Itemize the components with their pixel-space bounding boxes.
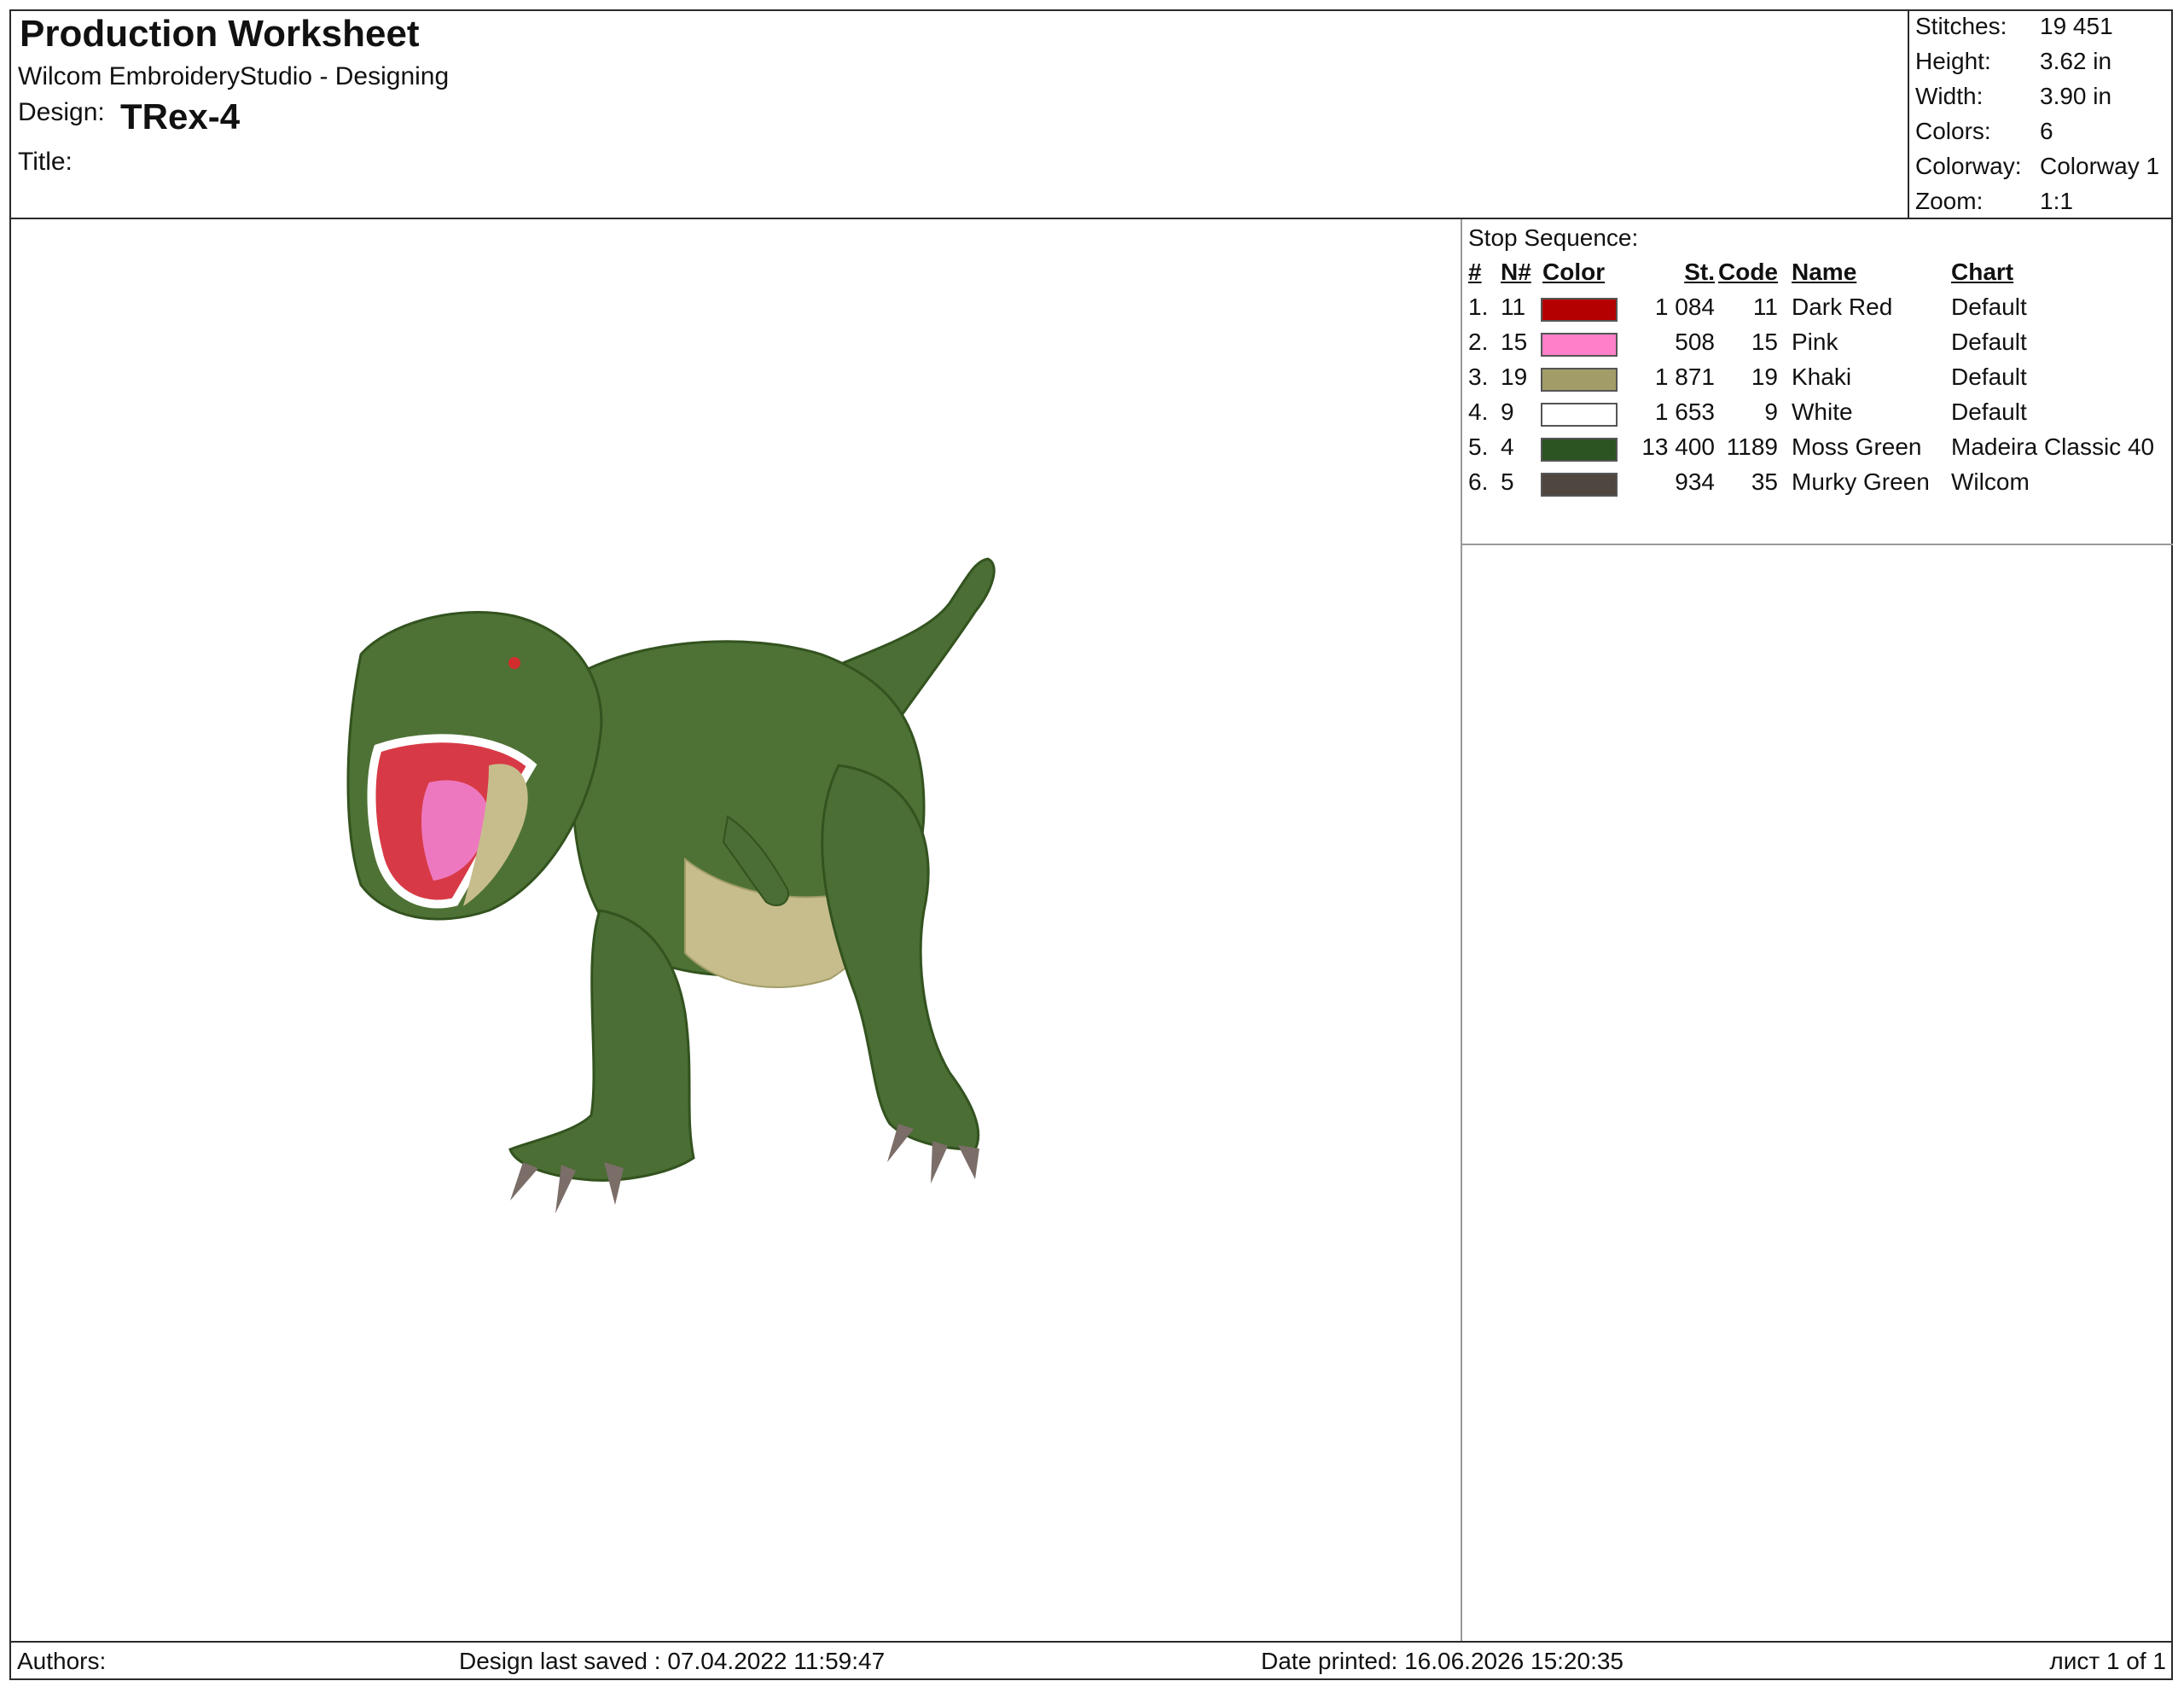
stat-value: 3.62 in (2040, 48, 2112, 74)
stat-label: Colorway: (1915, 153, 2022, 179)
design-stats: Stitches: 19 451 Height: 3.62 in Width: … (1908, 11, 2171, 218)
table-row: 6. 5 934 35 Murky Green Wilcom (1462, 465, 2173, 500)
header-chart: Chart (1951, 259, 2014, 285)
title-label: Title: (18, 148, 73, 176)
table-row: 3. 19 1 871 19 Khaki Default (1462, 360, 2173, 395)
stat-label: Width: (1915, 83, 1984, 109)
table-row: 1. 11 1 084 11 Dark Red Default (1462, 290, 2173, 325)
row-stitches: 934 (1675, 468, 1715, 495)
header-stitches: St. (1684, 259, 1715, 285)
stat-label: Colors: (1915, 118, 1991, 144)
table-header: # N# Color St. Code Name Chart (1462, 255, 2173, 290)
row-number: 11 (1501, 294, 1526, 320)
worksheet-header: Production Worksheet Wilcom EmbroiderySt… (11, 11, 2171, 219)
row-name: Moss Green (1792, 433, 1922, 460)
row-chart: Madeira Classic 40 (1951, 433, 2155, 460)
color-swatch (1541, 333, 1618, 357)
stat-value: 19 451 (2040, 13, 2113, 39)
header-color: Color (1542, 259, 1606, 285)
color-swatch (1541, 368, 1618, 392)
trex-embroidery-image (346, 557, 996, 1213)
app-name: Wilcom EmbroideryStudio - Designing (18, 62, 450, 90)
stat-width: Width: 3.90 in (1909, 81, 2173, 116)
color-swatch (1541, 473, 1618, 497)
stat-value: Colorway 1 (2040, 153, 2160, 179)
page-title: Production Worksheet (20, 13, 420, 55)
row-code: 11 (1752, 294, 1778, 320)
row-code: 15 (1751, 329, 1778, 355)
row-name: Dark Red (1792, 294, 1893, 320)
row-index: 4. (1468, 398, 1489, 425)
row-index: 6. (1468, 468, 1489, 495)
worksheet: Production Worksheet Wilcom EmbroiderySt… (9, 9, 2173, 1680)
row-name: Khaki (1792, 364, 1852, 390)
row-stitches: 508 (1675, 329, 1715, 355)
stat-height: Height: 3.62 in (1909, 46, 2173, 81)
header-code: Code (1718, 259, 1778, 285)
header-index: # (1468, 259, 1482, 285)
row-code: 9 (1764, 398, 1778, 425)
row-chart: Default (1951, 294, 2027, 320)
row-stitches: 1 871 (1654, 364, 1715, 390)
row-number: 4 (1501, 433, 1514, 460)
color-swatch (1541, 403, 1618, 427)
table-row: 4. 9 1 653 9 White Default (1462, 395, 2173, 430)
last-saved-text: Design last saved : 07.04.2022 11:59:47 (459, 1648, 886, 1674)
row-number: 5 (1501, 468, 1514, 495)
design-preview (11, 219, 1461, 1641)
row-stitches: 1 653 (1654, 398, 1715, 425)
row-chart: Wilcom (1951, 468, 2030, 495)
table-row: 2. 15 508 15 Pink Default (1462, 325, 2173, 360)
header-number: N# (1501, 259, 1531, 285)
stat-label: Zoom: (1915, 188, 1984, 214)
color-swatch (1541, 298, 1618, 322)
row-name: Murky Green (1792, 468, 1930, 495)
row-chart: Default (1951, 398, 2027, 425)
stat-zoom: Zoom: 1:1 (1909, 186, 2173, 221)
header-name: Name (1792, 259, 1857, 285)
row-stitches: 1 084 (1654, 294, 1715, 320)
design-name: TRex-4 (120, 96, 241, 137)
stat-value: 6 (2040, 118, 2053, 144)
row-number: 9 (1501, 398, 1514, 425)
row-index: 5. (1468, 433, 1489, 460)
stat-value: 1:1 (2040, 188, 2073, 214)
stat-value: 3.90 in (2040, 83, 2112, 109)
row-code: 19 (1751, 364, 1778, 390)
row-chart: Default (1951, 329, 2027, 355)
row-name: White (1792, 398, 1853, 425)
design-label: Design: (18, 98, 105, 126)
stop-sequence-title: Stop Sequence: (1468, 224, 1639, 251)
stat-label: Stitches: (1915, 13, 2007, 39)
row-number: 19 (1501, 364, 1528, 390)
row-stitches: 13 400 (1641, 433, 1715, 460)
table-row: 5. 4 13 400 1189 Moss Green Madeira Clas… (1462, 430, 2173, 465)
stat-colorway: Colorway: Colorway 1 (1909, 151, 2173, 186)
row-code: 35 (1751, 468, 1778, 495)
row-index: 2. (1468, 329, 1489, 355)
stat-stitches: Stitches: 19 451 (1909, 11, 2173, 46)
sheet-count-text: лист 1 of 1 (2049, 1648, 2166, 1674)
stat-colors: Colors: 6 (1909, 116, 2173, 151)
row-code: 1189 (1726, 433, 1778, 460)
authors-label: Authors: (17, 1648, 107, 1674)
row-index: 3. (1468, 364, 1489, 390)
worksheet-footer: Authors: Design last saved : 07.04.2022 … (11, 1641, 2171, 1678)
row-name: Pink (1792, 329, 1838, 355)
color-swatch (1541, 438, 1618, 462)
stat-label: Height: (1915, 48, 1991, 74)
row-index: 1. (1468, 294, 1489, 320)
row-number: 15 (1501, 329, 1528, 355)
stop-sequence-panel: Stop Sequence: # N# Color St. Code Name … (1461, 219, 2173, 1641)
date-printed-text: Date printed: 16.06.2026 15:20:35 (1261, 1648, 1624, 1674)
stop-sequence-table: # N# Color St. Code Name Chart 1. 11 1 0… (1462, 255, 2173, 545)
row-chart: Default (1951, 364, 2027, 390)
